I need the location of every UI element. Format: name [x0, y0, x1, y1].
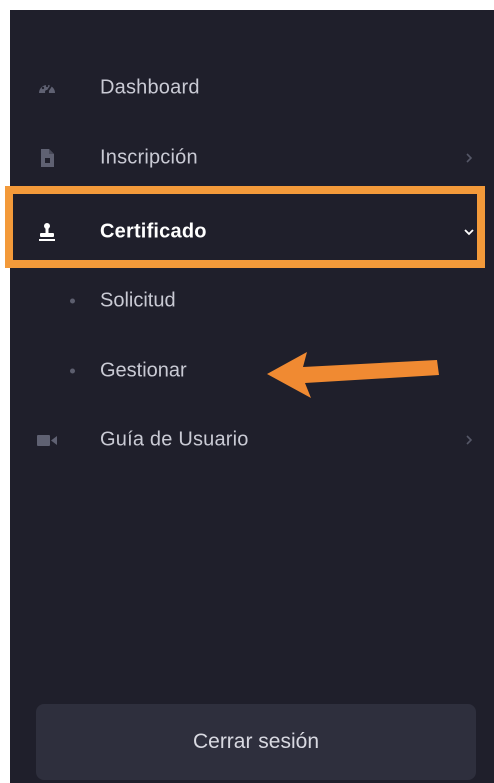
- sidebar-item-dashboard[interactable]: Dashboard: [10, 58, 494, 118]
- sidebar-subitem-gestionar[interactable]: Gestionar: [10, 343, 494, 399]
- chevron-right-icon: [466, 153, 473, 163]
- sidebar-subitem-label: Gestionar: [100, 359, 187, 382]
- speedometer-icon: [39, 84, 55, 94]
- sidebar-item-label: Dashboard: [100, 76, 200, 99]
- chevron-down-icon: [464, 229, 474, 236]
- sidebar-item-label: Guía de Usuario: [100, 428, 249, 451]
- sidebar: Dashboard Inscripción Certificado Solici…: [10, 10, 494, 783]
- sidebar-item-label: Inscripción: [100, 146, 198, 169]
- logout-label: Cerrar sesión: [192, 730, 320, 753]
- sidebar-subitem-label: Solicitud: [100, 289, 176, 312]
- logout-button[interactable]: Cerrar sesión: [36, 704, 476, 780]
- sidebar-subitem-solicitud[interactable]: Solicitud: [10, 273, 494, 329]
- sidebar-item-guia-de-usuario[interactable]: Guía de Usuario: [10, 410, 494, 470]
- bullet-icon: [70, 298, 75, 304]
- bullet-icon: [70, 368, 75, 374]
- stamp-icon: [39, 223, 55, 241]
- chevron-right-icon: [466, 435, 473, 445]
- document-icon: [41, 149, 54, 167]
- screenshot-canvas: Dashboard Inscripción Certificado Solici…: [0, 0, 494, 783]
- sidebar-item-inscripcion[interactable]: Inscripción: [10, 128, 494, 188]
- sidebar-item-label: Certificado: [100, 220, 207, 243]
- sidebar-item-certificado[interactable]: Certificado: [10, 202, 494, 262]
- video-camera-icon: [37, 435, 57, 446]
